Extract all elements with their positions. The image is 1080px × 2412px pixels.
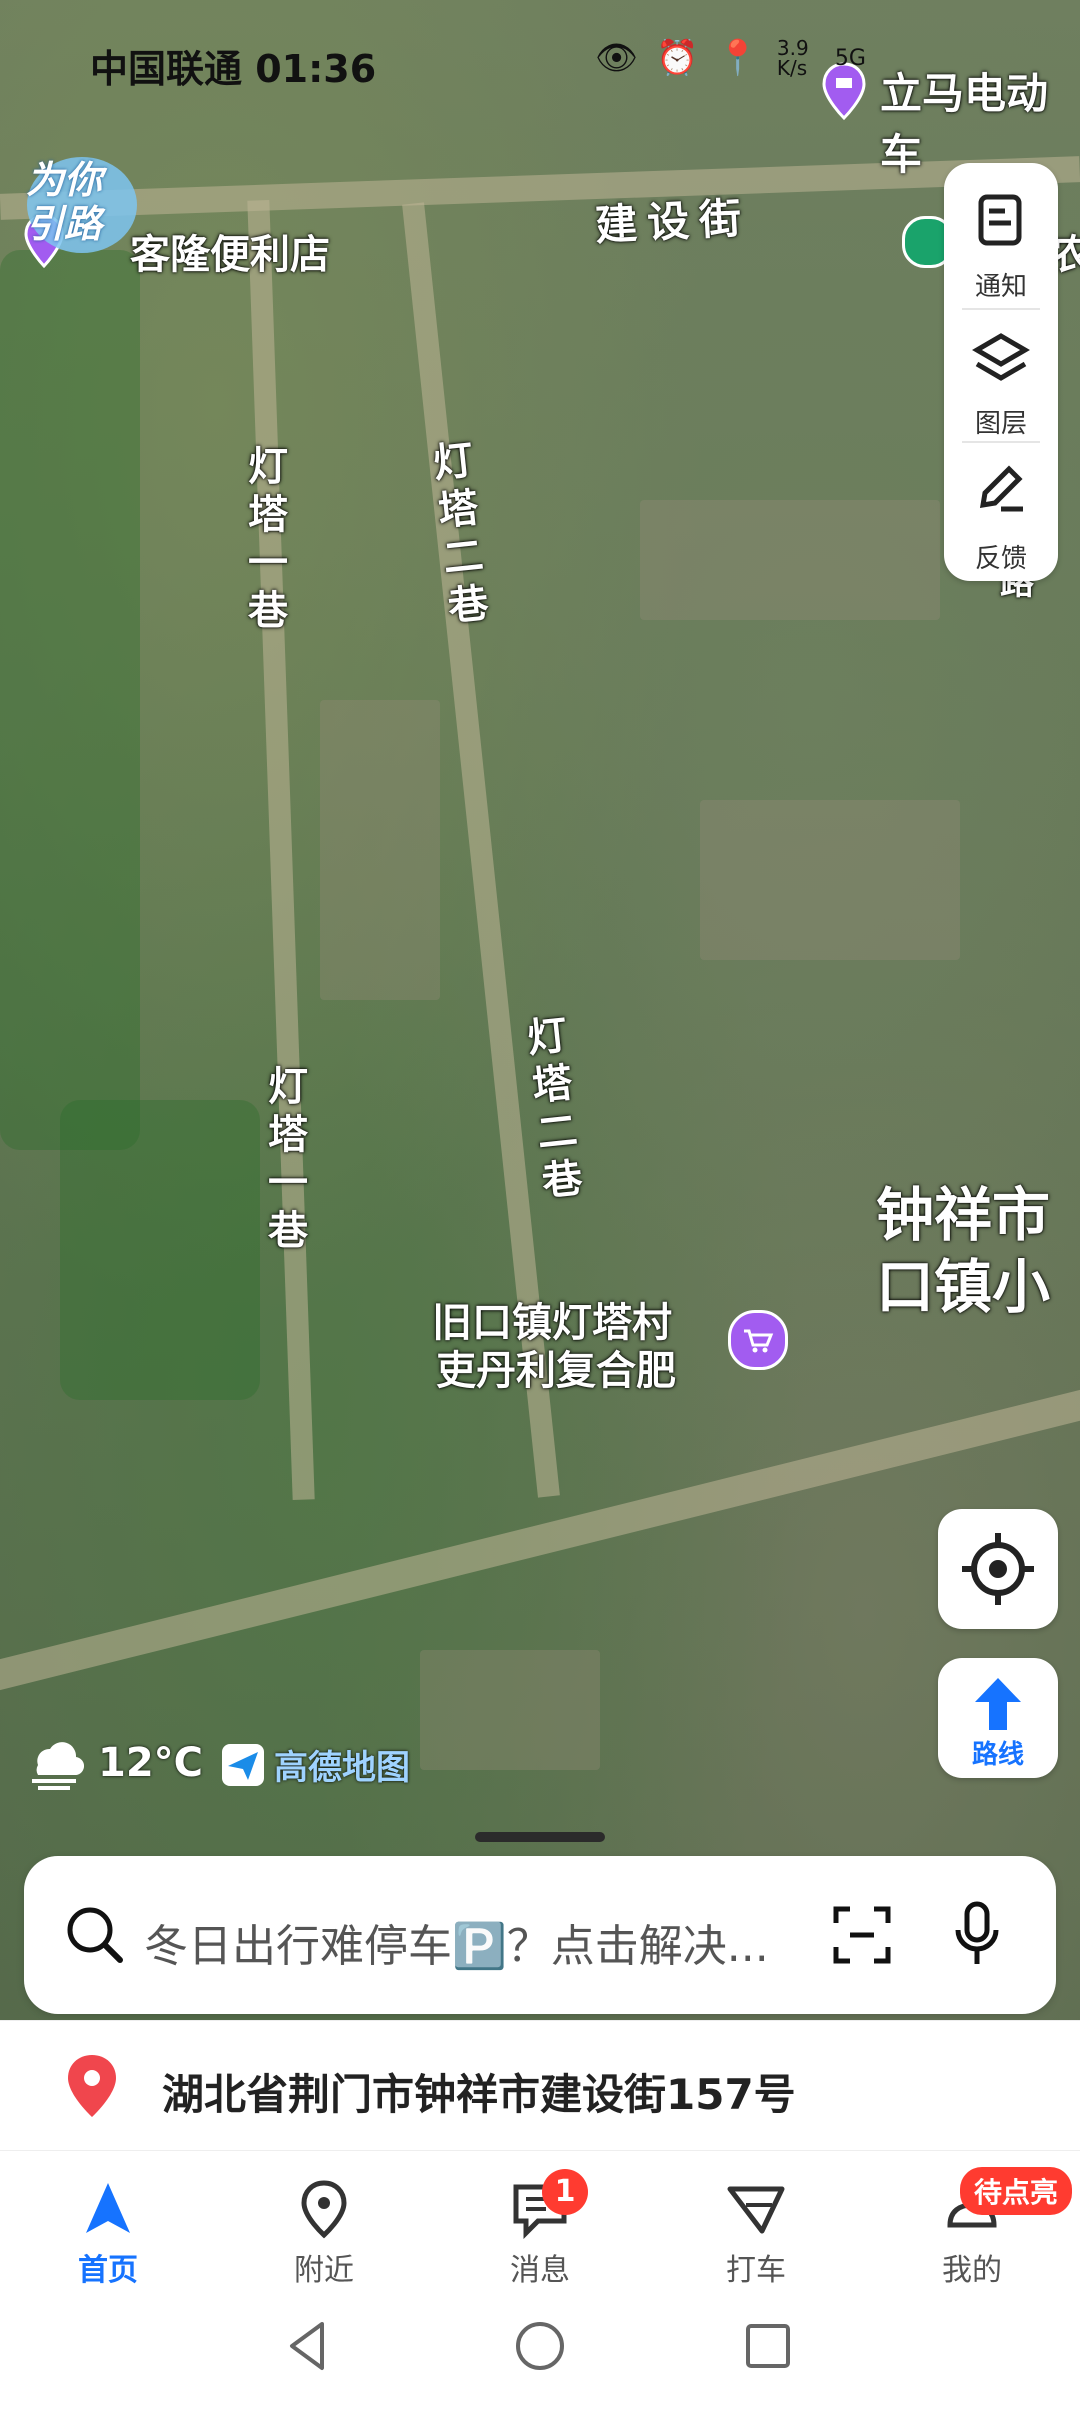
lane-label: 灯塔一巷 bbox=[241, 445, 287, 637]
eye-icon: 👁 bbox=[595, 38, 639, 78]
guide-badge[interactable]: 为你引路 bbox=[22, 150, 142, 260]
recent-apps-icon[interactable] bbox=[738, 2316, 798, 2376]
nav-taxi-label: 打车 bbox=[726, 2253, 786, 2288]
nav-mine[interactable]: 待点亮 我的 bbox=[902, 2167, 1073, 2288]
feedback-label: 反馈 bbox=[974, 544, 1027, 574]
amap-logo-icon bbox=[222, 1743, 264, 1786]
bottom-nav: 首页 附近 1 消息 打车 待点亮 我的 bbox=[0, 2150, 1080, 2291]
shopping-cart-icon[interactable] bbox=[728, 1310, 788, 1370]
navigation-arrow-icon bbox=[86, 2183, 130, 2233]
weather-widget[interactable]: 12°C bbox=[24, 1735, 203, 1791]
home-icon[interactable] bbox=[510, 2316, 570, 2376]
search-bar[interactable]: 冬日出行难停车🅿️？点击解决... bbox=[24, 1856, 1056, 2014]
map-toolbar: 通知 图层 反馈 bbox=[944, 163, 1058, 581]
nav-messages[interactable]: 1 消息 bbox=[470, 2169, 610, 2288]
drag-handle[interactable] bbox=[475, 1832, 605, 1842]
brand-name: 高德地图 bbox=[274, 1748, 410, 1788]
layers-icon bbox=[972, 333, 1030, 381]
location-pin-icon bbox=[68, 2055, 116, 2117]
poi-label[interactable]: 吏丹利复合肥 bbox=[436, 1338, 676, 1396]
notify-button[interactable]: 通知 bbox=[944, 181, 1058, 311]
locate-button[interactable] bbox=[938, 1509, 1058, 1629]
network-type: 5G bbox=[834, 45, 866, 71]
taxi-icon bbox=[727, 2186, 785, 2234]
lane-label: 灯塔一巷 bbox=[261, 1065, 307, 1257]
location-icon: 📍 bbox=[716, 38, 759, 78]
address-text: 湖北省荆门市钟祥市建设街157号 bbox=[162, 2070, 796, 2119]
brand-logo: 高德地图 bbox=[220, 1740, 410, 1789]
nav-nearby[interactable]: 附近 bbox=[254, 2175, 394, 2288]
weather-temp: 12°C bbox=[98, 1740, 204, 1786]
alarm-icon: ⏰ bbox=[656, 38, 699, 78]
scan-icon[interactable] bbox=[830, 1903, 894, 1967]
search-icon bbox=[67, 1907, 123, 1963]
back-icon[interactable] bbox=[278, 2316, 338, 2376]
nearby-pin-icon bbox=[301, 2180, 347, 2239]
nav-nearby-label: 附近 bbox=[294, 2253, 354, 2288]
microphone-icon[interactable] bbox=[952, 1900, 1002, 1970]
nav-messages-label: 消息 bbox=[510, 2253, 570, 2288]
locate-icon bbox=[962, 1533, 1034, 1605]
system-nav-bar bbox=[0, 2290, 1080, 2412]
search-placeholder: 冬日出行难停车🅿️？点击解决... bbox=[144, 1921, 769, 1972]
layers-label: 图层 bbox=[974, 409, 1027, 439]
guide-badge-text: 为你引路 bbox=[26, 158, 103, 246]
map-view[interactable]: 立马电动车 客隆便利店 建设街 灯塔一巷 灯塔二巷 灯塔一巷 灯塔二巷 旧口镇灯… bbox=[0, 0, 1080, 2020]
messages-badge: 1 bbox=[542, 2169, 588, 2215]
mine-badge: 待点亮 bbox=[960, 2167, 1073, 2215]
street-label: 建设街 bbox=[593, 192, 753, 251]
notify-label: 通知 bbox=[974, 272, 1027, 302]
nav-taxi[interactable]: 打车 bbox=[686, 2175, 826, 2288]
nav-home-label: 首页 bbox=[78, 2253, 138, 2288]
status-carrier-time: 中国联通 01:36 bbox=[90, 47, 377, 91]
poi-label[interactable]: 客隆便利店 bbox=[130, 222, 330, 280]
status-icons: 👁 ⏰ 📍 3.9 K/s 5G bbox=[595, 38, 866, 78]
route-label: 路线 bbox=[971, 1740, 1024, 1770]
lane-label: 灯塔二巷 bbox=[424, 438, 490, 634]
route-button[interactable]: 路线 bbox=[938, 1658, 1058, 1778]
route-arrow-icon bbox=[975, 1678, 1021, 1730]
feedback-pen-icon bbox=[979, 465, 1023, 512]
current-address-row[interactable]: 湖北省荆门市钟祥市建设街157号 bbox=[0, 2020, 1080, 2151]
notify-icon bbox=[978, 194, 1022, 246]
layers-button[interactable]: 图层 bbox=[944, 318, 1058, 448]
nav-home[interactable]: 首页 bbox=[38, 2175, 178, 2288]
cloud-haze-icon bbox=[32, 1742, 84, 1790]
district-label: 口镇小 bbox=[876, 1253, 1051, 1321]
network-speed: 3.9 K/s bbox=[776, 36, 809, 80]
feedback-button[interactable]: 反馈 bbox=[944, 453, 1058, 583]
nav-mine-label: 我的 bbox=[942, 2253, 1002, 2288]
